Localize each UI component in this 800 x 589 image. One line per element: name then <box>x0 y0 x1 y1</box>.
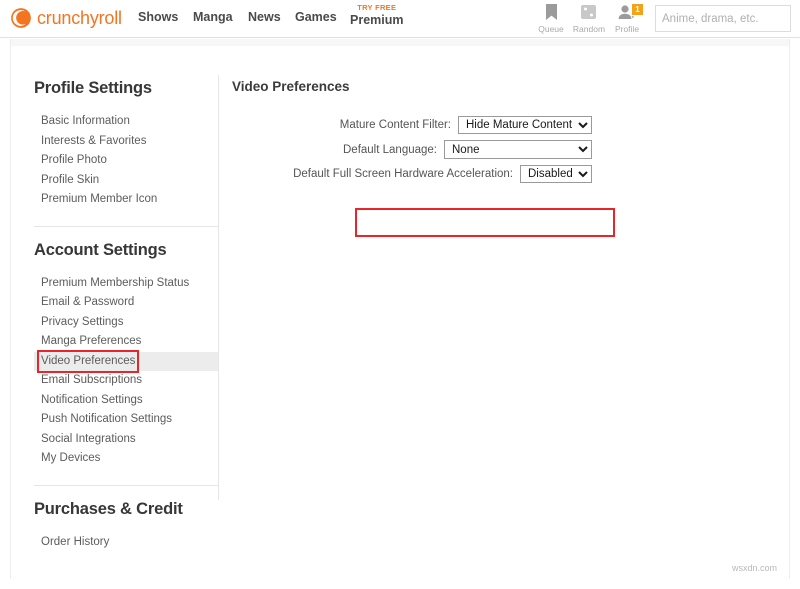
sidebar-item-video-preferences[interactable]: Video Preferences <box>34 352 219 372</box>
video-preferences-panel: Video Preferences Mature Content Filter:… <box>232 79 772 189</box>
sidebar-item-premium-membership-status[interactable]: Premium Membership Status <box>34 274 219 294</box>
logo-wordmark: crunchyroll <box>37 7 122 29</box>
mature-content-filter-select[interactable]: Hide Mature Content <box>458 116 592 134</box>
sidebar-item-label: Email Subscriptions <box>41 374 142 386</box>
sidebar-item-label: Premium Membership Status <box>41 277 189 289</box>
sidebar-item-email-subscriptions[interactable]: Email Subscriptions <box>34 371 219 391</box>
default-language-label: Default Language: <box>343 144 444 156</box>
sidebar-divider <box>34 485 219 486</box>
sidebar-item-label: Premium Member Icon <box>41 193 157 205</box>
sidebar-item-label: Push Notification Settings <box>41 413 172 425</box>
watermark: wsxdn.com <box>732 563 777 573</box>
sidebar-item-my-devices[interactable]: My Devices <box>34 449 219 469</box>
page-top-shade <box>11 39 789 46</box>
sidebar-item-label: Order History <box>41 536 109 548</box>
mature-content-filter-label: Mature Content Filter: <box>340 119 458 131</box>
sidebar-item-manga-preferences[interactable]: Manga Preferences <box>34 332 219 352</box>
form-row-mature-content-filter: Mature Content Filter: Hide Mature Conte… <box>232 116 592 134</box>
nav-link-premium[interactable]: TRY FREE Premium <box>350 3 404 28</box>
sidebar-item-label: Email & Password <box>41 296 134 308</box>
top-navigation-bar: crunchyroll Shows Manga News Games TRY F… <box>0 0 800 38</box>
sidebar-item-social-integrations[interactable]: Social Integrations <box>34 430 219 450</box>
sidebar-item-profile-skin[interactable]: Profile Skin <box>34 171 219 191</box>
nav-link-news[interactable]: News <box>248 10 281 24</box>
sidebar-item-label: Basic Information <box>41 115 130 127</box>
sidebar-item-push-notification-settings[interactable]: Push Notification Settings <box>34 410 219 430</box>
form-row-hardware-acceleration: Default Full Screen Hardware Acceleratio… <box>232 165 592 183</box>
page-title: Video Preferences <box>232 79 772 94</box>
sidebar-section-title-profile-settings: Profile Settings <box>34 79 219 98</box>
sidebar-item-basic-information[interactable]: Basic Information <box>34 112 219 132</box>
nav-link-shows[interactable]: Shows <box>138 10 178 24</box>
sidebar-item-label: My Devices <box>41 452 100 464</box>
default-language-highlight-annotation <box>355 208 615 237</box>
nav-link-games[interactable]: Games <box>295 10 337 24</box>
sidebar-item-label: Interests & Favorites <box>41 135 146 147</box>
sidebar-section-title-purchases-credit: Purchases & Credit <box>34 500 219 519</box>
sidebar-divider <box>34 226 219 227</box>
sidebar-item-label: Manga Preferences <box>41 335 141 347</box>
sidebar-item-label: Notification Settings <box>41 394 143 406</box>
hardware-acceleration-select[interactable]: Disabled <box>520 165 592 183</box>
search-box[interactable] <box>655 5 791 32</box>
sidebar-item-label: Profile Photo <box>41 154 107 166</box>
sidebar-item-notification-settings[interactable]: Notification Settings <box>34 391 219 411</box>
sidebar-item-privacy-settings[interactable]: Privacy Settings <box>34 313 219 333</box>
sidebar-item-label: Video Preferences <box>39 352 137 372</box>
sidebar-item-profile-photo[interactable]: Profile Photo <box>34 151 219 171</box>
hardware-acceleration-label: Default Full Screen Hardware Acceleratio… <box>293 168 520 180</box>
sidebar-item-label: Privacy Settings <box>41 316 123 328</box>
sidebar-content-divider <box>218 75 219 500</box>
sidebar-item-order-history[interactable]: Order History <box>34 533 219 553</box>
sidebar-item-premium-member-icon[interactable]: Premium Member Icon <box>34 190 219 210</box>
sidebar-section-title-account-settings: Account Settings <box>34 241 219 260</box>
user-icon <box>604 4 650 22</box>
form-row-default-language: Default Language: None <box>232 140 592 159</box>
crunchyroll-c-icon <box>10 7 32 29</box>
profile-notification-badge: 1 <box>632 4 643 15</box>
crunchyroll-logo[interactable]: crunchyroll <box>10 7 122 29</box>
profile-label: Profile <box>604 24 650 34</box>
sidebar-item-interests-favorites[interactable]: Interests & Favorites <box>34 132 219 152</box>
sidebar-item-label: Social Integrations <box>41 433 136 445</box>
nav-link-manga[interactable]: Manga <box>193 10 233 24</box>
default-language-select[interactable]: None <box>444 140 592 159</box>
page-container: Profile Settings Basic Information Inter… <box>10 39 790 579</box>
sidebar-item-label: Profile Skin <box>41 174 99 186</box>
search-input[interactable] <box>656 13 800 25</box>
settings-sidebar: Profile Settings Basic Information Inter… <box>34 79 219 552</box>
premium-kicker: TRY FREE <box>350 3 404 13</box>
nav-item-profile[interactable]: 1 Profile <box>604 4 650 34</box>
sidebar-item-email-password[interactable]: Email & Password <box>34 293 219 313</box>
premium-label: Premium <box>350 13 404 28</box>
